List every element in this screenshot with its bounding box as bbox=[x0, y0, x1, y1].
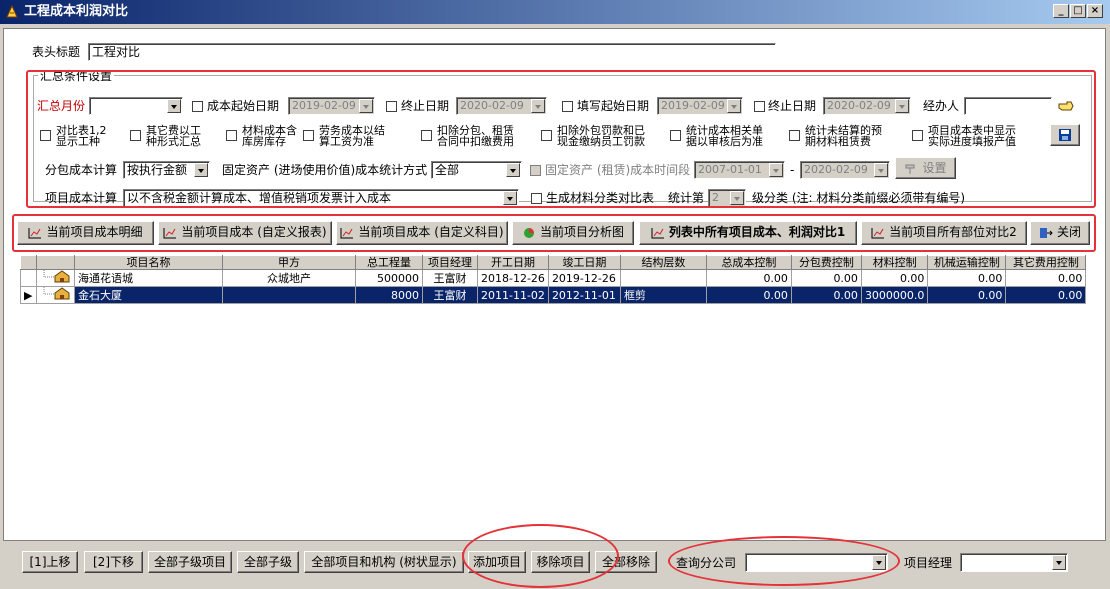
col-header[interactable]: 总工程量 bbox=[355, 255, 423, 270]
window-title: 工程成本利润对比 bbox=[24, 4, 129, 19]
cell-subcontract[interactable]: 0.00 bbox=[790, 286, 862, 304]
cell-project-name[interactable]: 海通花语城 bbox=[74, 269, 223, 287]
col-header[interactable]: 甲方 bbox=[222, 255, 356, 270]
cell-client[interactable] bbox=[222, 286, 356, 304]
house-icon bbox=[43, 287, 70, 300]
chevron-down-icon[interactable] bbox=[1052, 555, 1066, 570]
col-header[interactable]: 结构层数 bbox=[619, 255, 707, 270]
cell-quantity[interactable]: 8000 bbox=[355, 286, 423, 304]
col-header[interactable]: 项目名称 bbox=[74, 255, 223, 270]
col-header[interactable]: 总成本控制 bbox=[705, 255, 792, 270]
move-up-button[interactable]: [1]上移 bbox=[22, 551, 78, 573]
tree-cell[interactable] bbox=[36, 286, 75, 304]
move-down-button[interactable]: [2]下移 bbox=[84, 551, 143, 573]
branch-highlight bbox=[668, 536, 900, 586]
close-window-button[interactable]: × bbox=[1087, 4, 1103, 18]
tree-cell[interactable] bbox=[36, 269, 75, 287]
minimize-button[interactable]: _ bbox=[1053, 4, 1069, 18]
all-projects-tree-button[interactable]: 全部项目和机构 (树状显示) bbox=[304, 551, 464, 573]
cell-end-date[interactable]: 2012-11-01 bbox=[547, 286, 621, 304]
tree-header bbox=[36, 255, 75, 270]
cell-structure[interactable]: 框剪 bbox=[619, 286, 707, 304]
row-indicator-header bbox=[20, 255, 37, 270]
header-title-input[interactable]: 工程对比 bbox=[88, 43, 776, 61]
project-table: 项目名称 甲方 总工程量 项目经理 开工日期 竣工日期 结构层数 总成本控制 分… bbox=[20, 255, 1087, 304]
cell-other[interactable]: 0.00 bbox=[1005, 286, 1087, 304]
cell-other[interactable]: 0.00 bbox=[1005, 269, 1087, 287]
manager-label: 项目经理 bbox=[904, 556, 953, 570]
table-row[interactable]: 海通花语城 众城地产 500000 王富财 2018-12-26 2019-12… bbox=[20, 269, 1087, 287]
row-indicator bbox=[20, 269, 37, 287]
cell-end-date[interactable]: 2019-12-26 bbox=[547, 269, 621, 287]
cell-total-cost[interactable]: 0.00 bbox=[705, 269, 792, 287]
cell-project-name[interactable]: 金石大厦 bbox=[74, 286, 223, 304]
cell-client[interactable]: 众城地产 bbox=[222, 269, 356, 287]
cell-machine[interactable]: 0.00 bbox=[927, 286, 1007, 304]
col-header[interactable]: 竣工日期 bbox=[547, 255, 621, 270]
add-remove-highlight bbox=[462, 524, 619, 588]
current-row-arrow-icon: ▶ bbox=[24, 288, 33, 302]
cell-start-date[interactable]: 2011-11-02 bbox=[477, 286, 549, 304]
col-header[interactable]: 项目经理 bbox=[422, 255, 478, 270]
cell-subcontract[interactable]: 0.00 bbox=[790, 269, 862, 287]
house-icon bbox=[43, 270, 70, 283]
row-indicator: ▶ bbox=[20, 286, 37, 304]
cell-machine[interactable]: 0.00 bbox=[927, 269, 1007, 287]
title-bar: 工程成本利润对比 _ □ × bbox=[0, 0, 1110, 24]
cell-material[interactable]: 0.00 bbox=[860, 269, 929, 287]
cell-start-date[interactable]: 2018-12-26 bbox=[477, 269, 549, 287]
conditions-highlight bbox=[26, 70, 1096, 208]
actions-highlight bbox=[12, 214, 1096, 252]
table-header: 项目名称 甲方 总工程量 项目经理 开工日期 竣工日期 结构层数 总成本控制 分… bbox=[20, 255, 1087, 270]
col-header[interactable]: 分包费控制 bbox=[790, 255, 862, 270]
cell-manager[interactable]: 王富财 bbox=[422, 286, 478, 304]
all-sub-projects-button[interactable]: 全部子级项目 bbox=[148, 551, 232, 573]
header-title-label: 表头标题 bbox=[32, 45, 81, 59]
all-sub-levels-button[interactable]: 全部子级 bbox=[237, 551, 299, 573]
cell-material[interactable]: 3000000.0 bbox=[860, 286, 929, 304]
app-icon bbox=[6, 4, 18, 18]
col-header[interactable]: 其它费用控制 bbox=[1005, 255, 1087, 270]
table-row[interactable]: ▶ 金石大厦 8000 王富财 2011-11-02 2012-11-01 框剪… bbox=[20, 286, 1087, 304]
cell-total-cost[interactable]: 0.00 bbox=[705, 286, 792, 304]
cell-structure[interactable] bbox=[619, 269, 707, 287]
manager-select[interactable] bbox=[960, 553, 1068, 572]
cell-manager[interactable]: 王富财 bbox=[422, 269, 478, 287]
cell-quantity[interactable]: 500000 bbox=[355, 269, 423, 287]
col-header[interactable]: 材料控制 bbox=[860, 255, 929, 270]
maximize-button[interactable]: □ bbox=[1070, 4, 1086, 18]
col-header[interactable]: 机械运输控制 bbox=[927, 255, 1007, 270]
col-header[interactable]: 开工日期 bbox=[477, 255, 549, 270]
